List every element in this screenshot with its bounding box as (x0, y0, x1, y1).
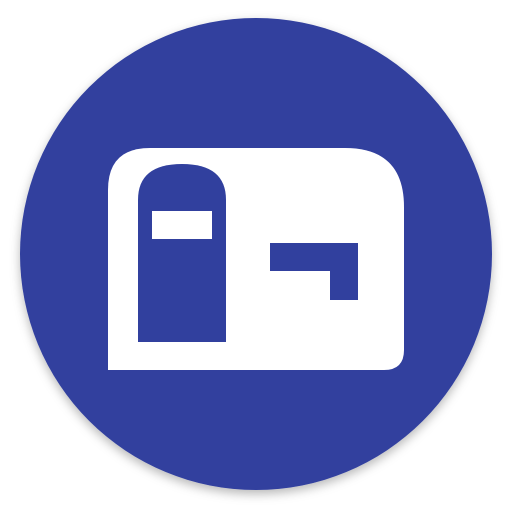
app-icon-canvas (0, 0, 512, 512)
mailbox-app-icon[interactable] (0, 0, 512, 512)
mailbox-door-shape (138, 164, 226, 342)
mailbox-slot (152, 211, 212, 239)
